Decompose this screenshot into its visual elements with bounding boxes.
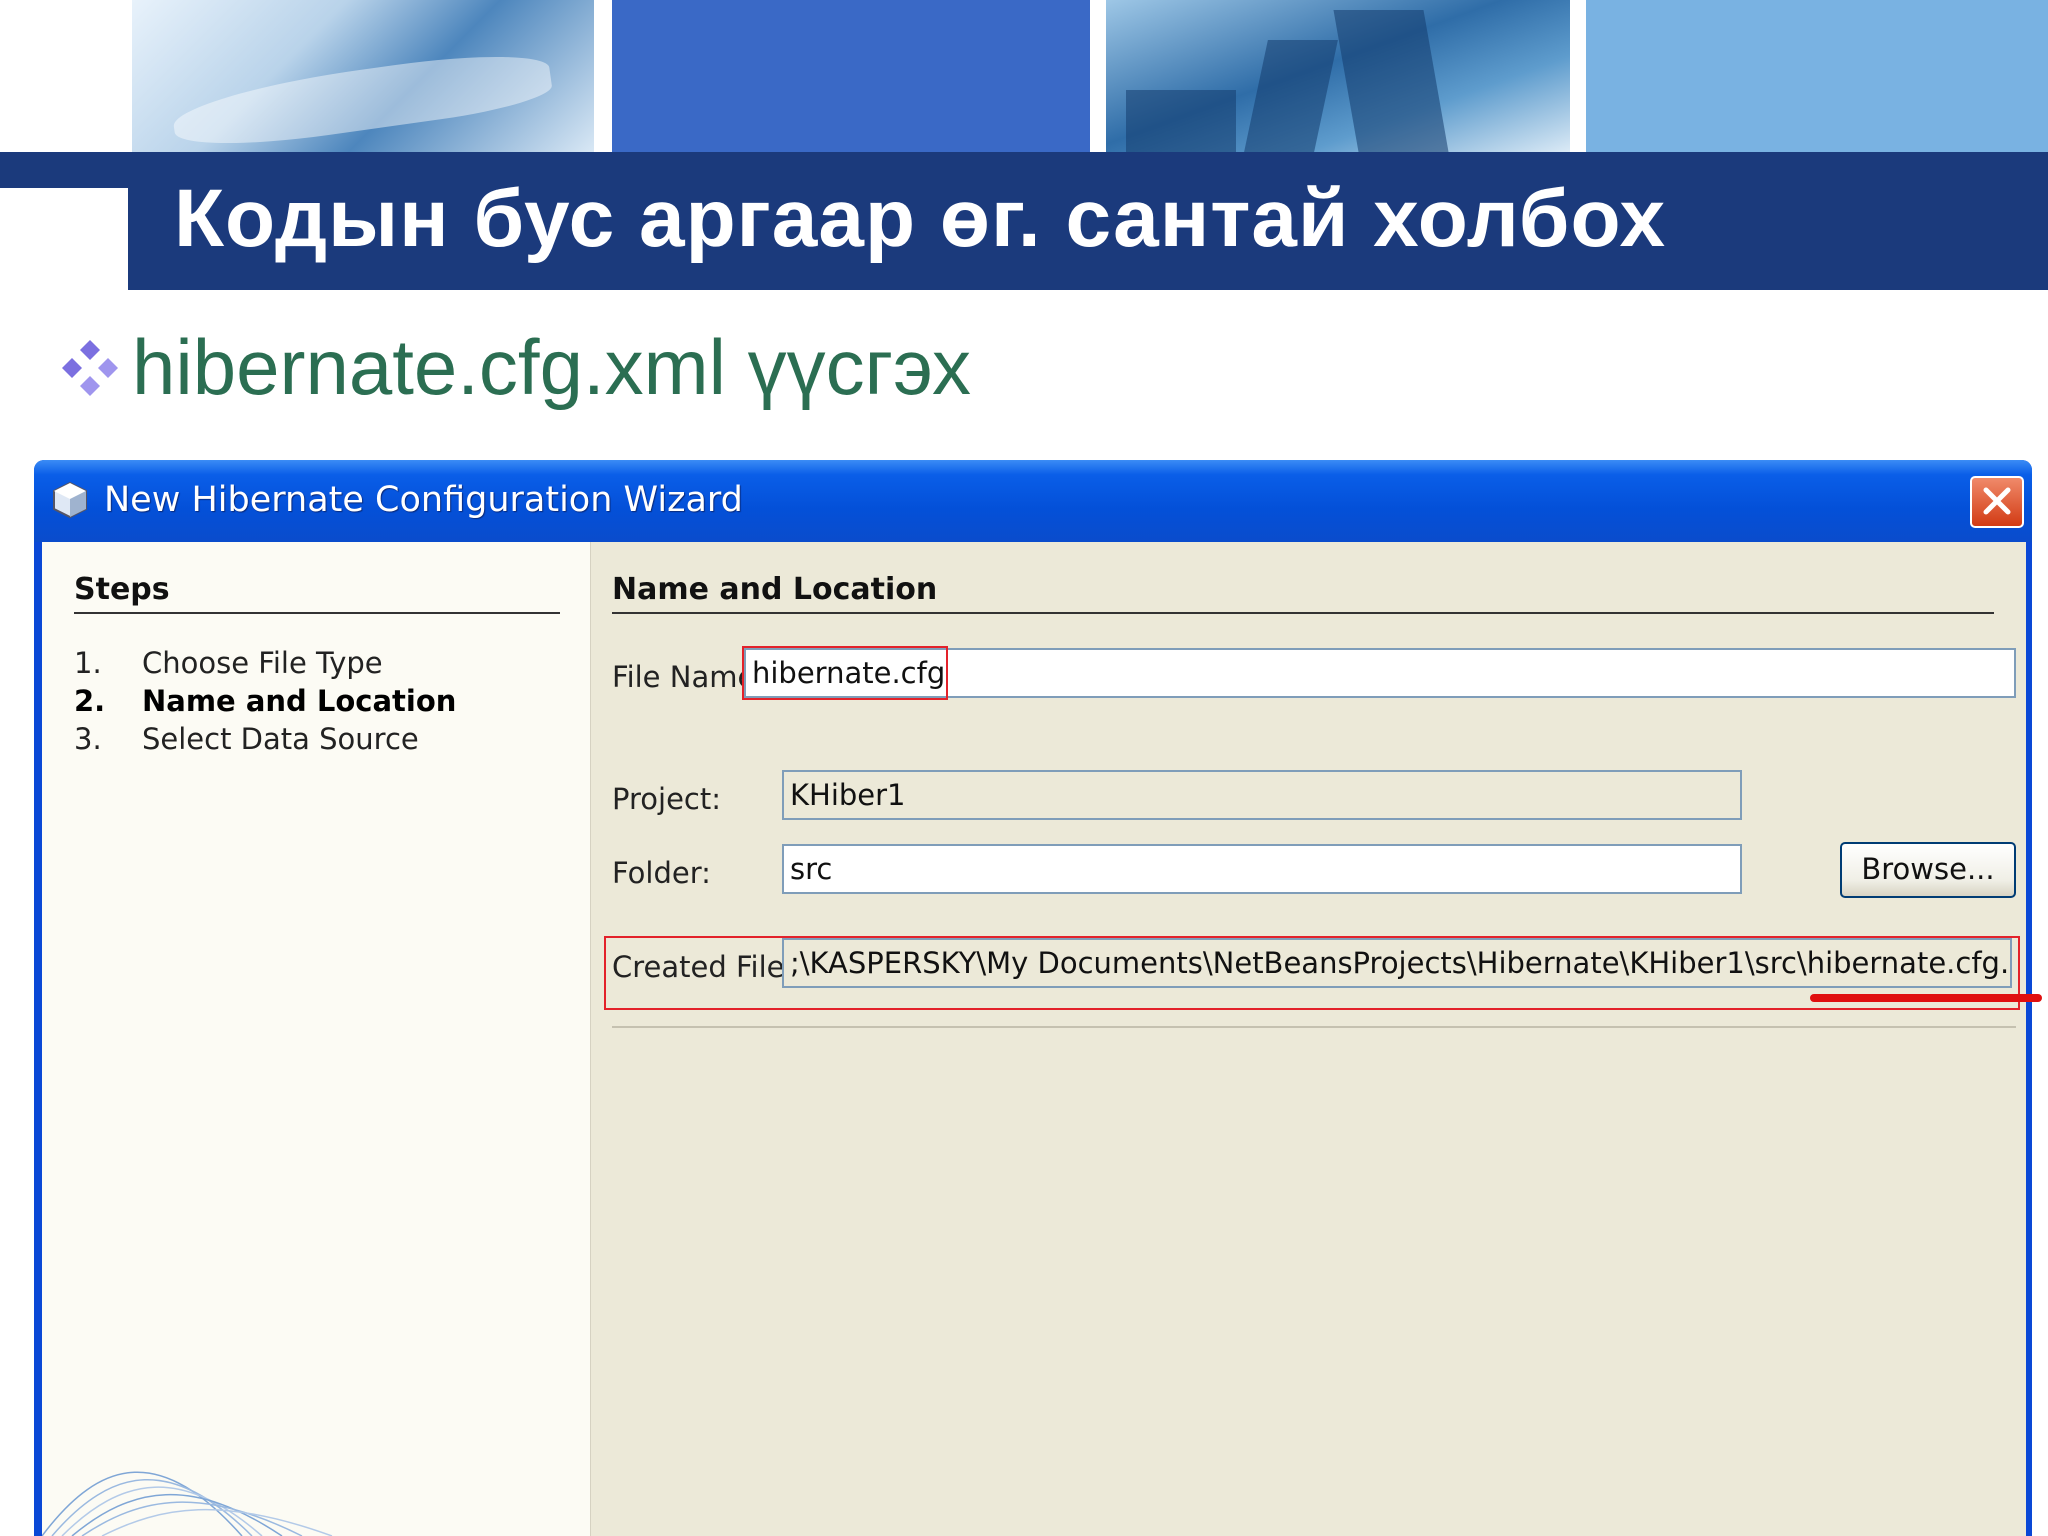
section-heading: Name and Location	[612, 572, 938, 607]
header-photo-hands	[132, 0, 594, 157]
step-select-data-source: 3. Select Data Source	[74, 722, 419, 756]
content-panel: Name and Location File Name: hibernate.c…	[590, 542, 2042, 1536]
folder-label: Folder:	[612, 856, 711, 890]
folder-field[interactable]: src	[782, 844, 1742, 894]
header-photo-buildings	[1106, 0, 1570, 152]
dialog-body: Steps 1. Choose File Type 2. Name and Loca…	[42, 542, 2042, 1536]
close-button[interactable]	[1970, 476, 2024, 528]
file-name-highlight	[742, 646, 948, 700]
created-file-label: Created File:	[612, 950, 795, 984]
project-label: Project:	[612, 782, 721, 816]
dialog-title: New Hibernate Configuration Wizard	[104, 480, 743, 520]
annotation-underline	[1810, 994, 2042, 1002]
created-file-field: ;\KASPERSKY\My Documents\NetBeansProject…	[782, 938, 2012, 988]
steps-heading: Steps	[74, 572, 170, 607]
header-color-block	[612, 0, 1090, 152]
diamond-bullet-icon	[62, 340, 118, 396]
header-color-block-light	[1586, 0, 2048, 152]
section-divider	[612, 612, 1994, 614]
close-icon	[1983, 487, 2011, 515]
bullet-text: hibernate.cfg.xml үүсгэх	[132, 323, 971, 411]
browse-button[interactable]: Browse...	[1840, 842, 2016, 898]
bottom-divider	[612, 1026, 2016, 1028]
step-choose-file-type: 1. Choose File Type	[74, 646, 383, 680]
dialog-titlebar[interactable]: New Hibernate Configuration Wizard	[34, 460, 2032, 542]
cube-icon	[53, 481, 87, 519]
project-field: KHiber1	[782, 770, 1742, 820]
wizard-dialog: New Hibernate Configuration Wizard Steps…	[34, 460, 2042, 1536]
step-name-and-location: 2. Name and Location	[74, 684, 457, 718]
steps-panel: Steps 1. Choose File Type 2. Name and Loca…	[42, 542, 591, 1536]
steps-divider	[74, 612, 560, 614]
decorative-swirl	[42, 1471, 333, 1536]
slide-title: Кодын бус аргаар өг. сантай холбох	[174, 173, 1667, 264]
